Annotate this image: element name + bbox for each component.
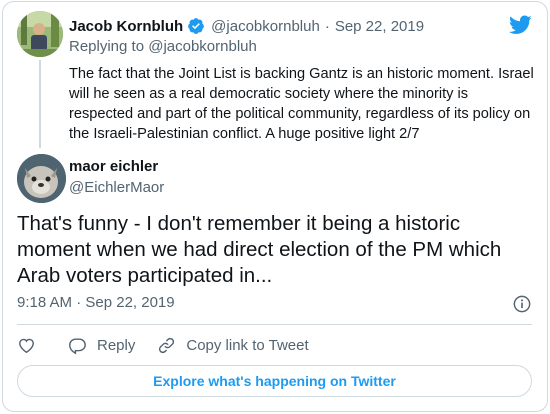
author-handle[interactable]: @jacobkornbluh	[211, 18, 320, 35]
like-button[interactable]	[17, 336, 36, 355]
avatar-maor-eichler[interactable]	[17, 154, 66, 203]
explore-twitter-button[interactable]: Explore what's happening on Twitter	[17, 365, 532, 397]
info-icon[interactable]	[513, 295, 531, 313]
reply-tweet-text: That's funny - I don't remember it being…	[17, 212, 502, 287]
reply-timestamp[interactable]: 9:18 AM · Sep 22, 2019	[17, 294, 175, 311]
action-bar: Reply Copy link to Tweet	[17, 334, 309, 356]
replying-prefix: Replying to	[69, 38, 145, 55]
avatar-jacob-kornbluh[interactable]	[17, 11, 63, 57]
thread-connector-line	[39, 60, 41, 148]
author-name[interactable]: Jacob Kornbluh	[69, 18, 183, 35]
copy-link-label: Copy link to Tweet	[186, 336, 309, 354]
reply-author-handle[interactable]: @EichlerMaor	[69, 179, 164, 196]
twitter-bird-icon[interactable]	[509, 15, 532, 35]
action-divider	[17, 324, 532, 325]
separator-dot: ·	[324, 17, 330, 35]
original-tweet-text: The fact that the Joint List is backing …	[69, 66, 534, 142]
replying-to-handle[interactable]: @jacobkornbluh	[148, 38, 257, 55]
link-icon	[159, 337, 175, 353]
tweet-date[interactable]: Sep 22, 2019	[335, 18, 424, 35]
replying-to-line: Replying to @jacobkornbluh	[69, 38, 257, 55]
heart-icon	[19, 338, 34, 353]
reply-label: Reply	[97, 336, 136, 354]
reply-author-name[interactable]: maor eichler	[69, 158, 158, 175]
reply-button[interactable]: Reply	[68, 336, 135, 355]
verified-badge-icon	[187, 17, 205, 35]
reply-icon	[69, 337, 86, 354]
original-tweet-header: Jacob Kornbluh @jacobkornbluh · Sep 22, …	[69, 16, 424, 36]
copy-link-button[interactable]: Copy link to Tweet	[157, 336, 309, 355]
